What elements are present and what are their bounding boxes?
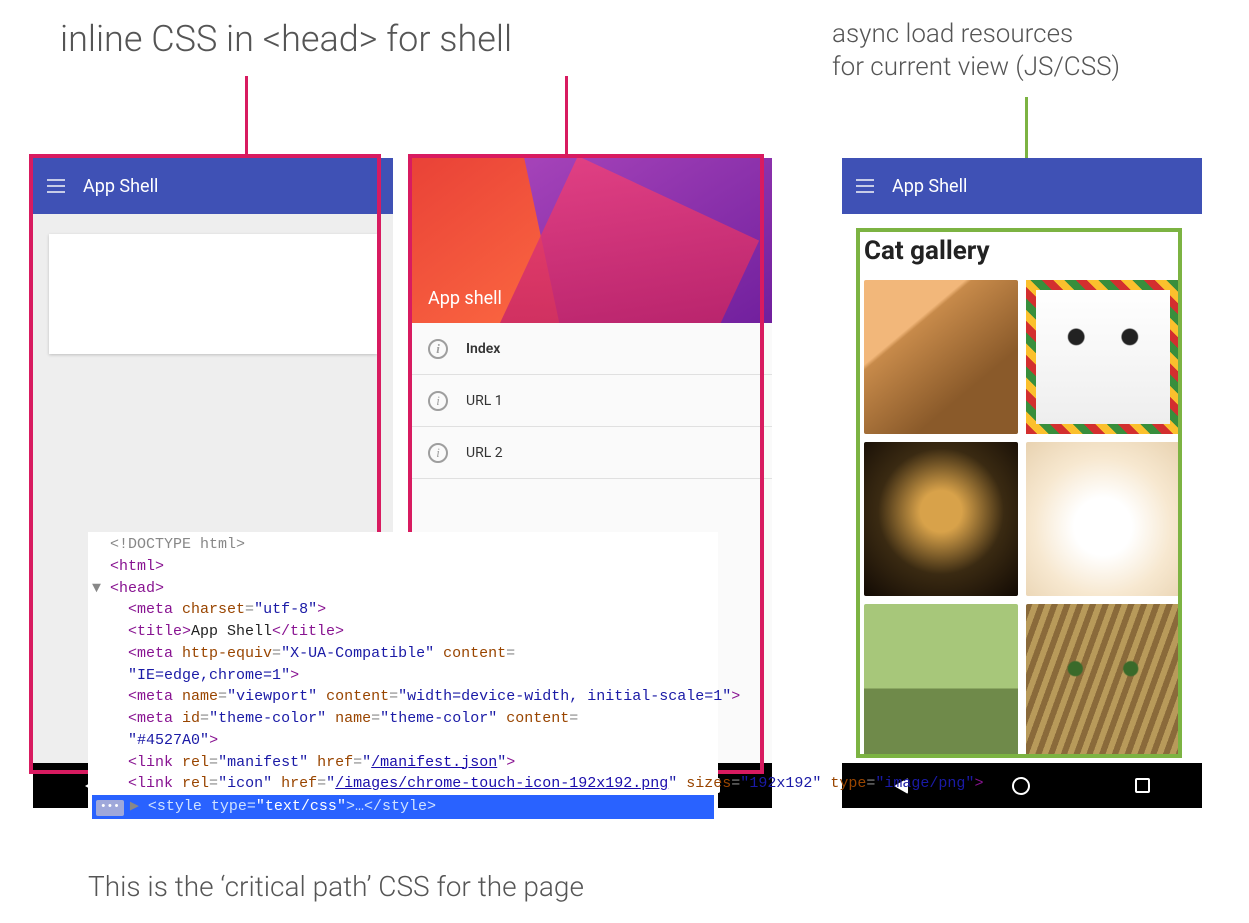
phone-cat-gallery: App Shell Cat gallery bbox=[842, 158, 1202, 808]
annotation-async-line2: for current view (JS/CSS) bbox=[832, 52, 1120, 82]
code-line: "IE=edge,chrome=1"> bbox=[92, 665, 714, 687]
code-line: <!DOCTYPE html> bbox=[92, 534, 714, 556]
phone2-list-item-index[interactable]: i Index bbox=[412, 323, 772, 375]
annotation-async-load: async load resources for current view (J… bbox=[832, 18, 1120, 83]
phone2-hero: App shell bbox=[412, 158, 772, 323]
phone1-empty-card bbox=[49, 234, 377, 354]
cat-thumbnail[interactable] bbox=[1026, 442, 1180, 596]
annotation-async-line1: async load resources bbox=[832, 19, 1073, 49]
gallery-title: Cat gallery bbox=[842, 214, 1202, 280]
info-icon: i bbox=[428, 391, 448, 411]
code-line: <meta name="viewport" content="width=dev… bbox=[92, 686, 714, 708]
code-line: <meta id="theme-color" name="theme-color… bbox=[92, 708, 714, 730]
phone3-appbar: App Shell bbox=[842, 158, 1202, 214]
cat-thumbnail[interactable] bbox=[864, 604, 1018, 758]
code-line: <link rel="icon" href="/images/chrome-to… bbox=[92, 773, 714, 795]
devtools-code-snippet: <!DOCTYPE html> <html> ▼ <head> <meta ch… bbox=[88, 532, 718, 819]
cat-thumbnail[interactable] bbox=[864, 280, 1018, 434]
nav-home-icon[interactable] bbox=[1012, 777, 1030, 795]
info-icon: i bbox=[428, 339, 448, 359]
phone1-appbar: App Shell bbox=[33, 158, 393, 214]
cat-grid bbox=[842, 280, 1202, 758]
list-item-label: URL 1 bbox=[466, 393, 503, 409]
code-line: <link rel="manifest" href="/manifest.jso… bbox=[92, 752, 714, 774]
code-line: ▼ <head> bbox=[92, 578, 714, 600]
annotation-critical-path: This is the ‘critical path’ CSS for the … bbox=[88, 870, 584, 903]
cat-thumbnail[interactable] bbox=[1026, 604, 1180, 758]
list-item-label: URL 2 bbox=[466, 445, 503, 461]
info-icon: i bbox=[428, 443, 448, 463]
hamburger-icon[interactable] bbox=[856, 185, 874, 187]
phone2-list-item-url2[interactable]: i URL 2 bbox=[412, 427, 772, 479]
annotation-inline-css: inline CSS in <head> for shell bbox=[60, 18, 512, 60]
cat-thumbnail[interactable] bbox=[1026, 280, 1180, 434]
cat-thumbnail[interactable] bbox=[864, 442, 1018, 596]
phone1-appbar-title: App Shell bbox=[83, 176, 158, 197]
hamburger-icon[interactable] bbox=[47, 185, 65, 187]
phone3-appbar-title: App Shell bbox=[892, 176, 967, 197]
code-line: "#4527A0"> bbox=[92, 730, 714, 752]
code-line: <meta http-equiv="X-UA-Compatible" conte… bbox=[92, 643, 714, 665]
code-line: <title>App Shell</title> bbox=[92, 621, 714, 643]
phone3-screen: App Shell Cat gallery bbox=[842, 158, 1202, 763]
nav-recents-icon[interactable] bbox=[1135, 778, 1150, 793]
code-line: <meta charset="utf-8"> bbox=[92, 599, 714, 621]
phone2-list-item-url1[interactable]: i URL 1 bbox=[412, 375, 772, 427]
code-line: <html> bbox=[92, 556, 714, 578]
callout-line-pink-left bbox=[245, 76, 248, 158]
callout-line-pink-right bbox=[565, 76, 568, 158]
phone2-hero-label: App shell bbox=[428, 288, 502, 309]
code-line-highlighted: •••▶ <style type="text/css">…</style> bbox=[92, 795, 714, 819]
list-item-label: Index bbox=[466, 341, 500, 357]
